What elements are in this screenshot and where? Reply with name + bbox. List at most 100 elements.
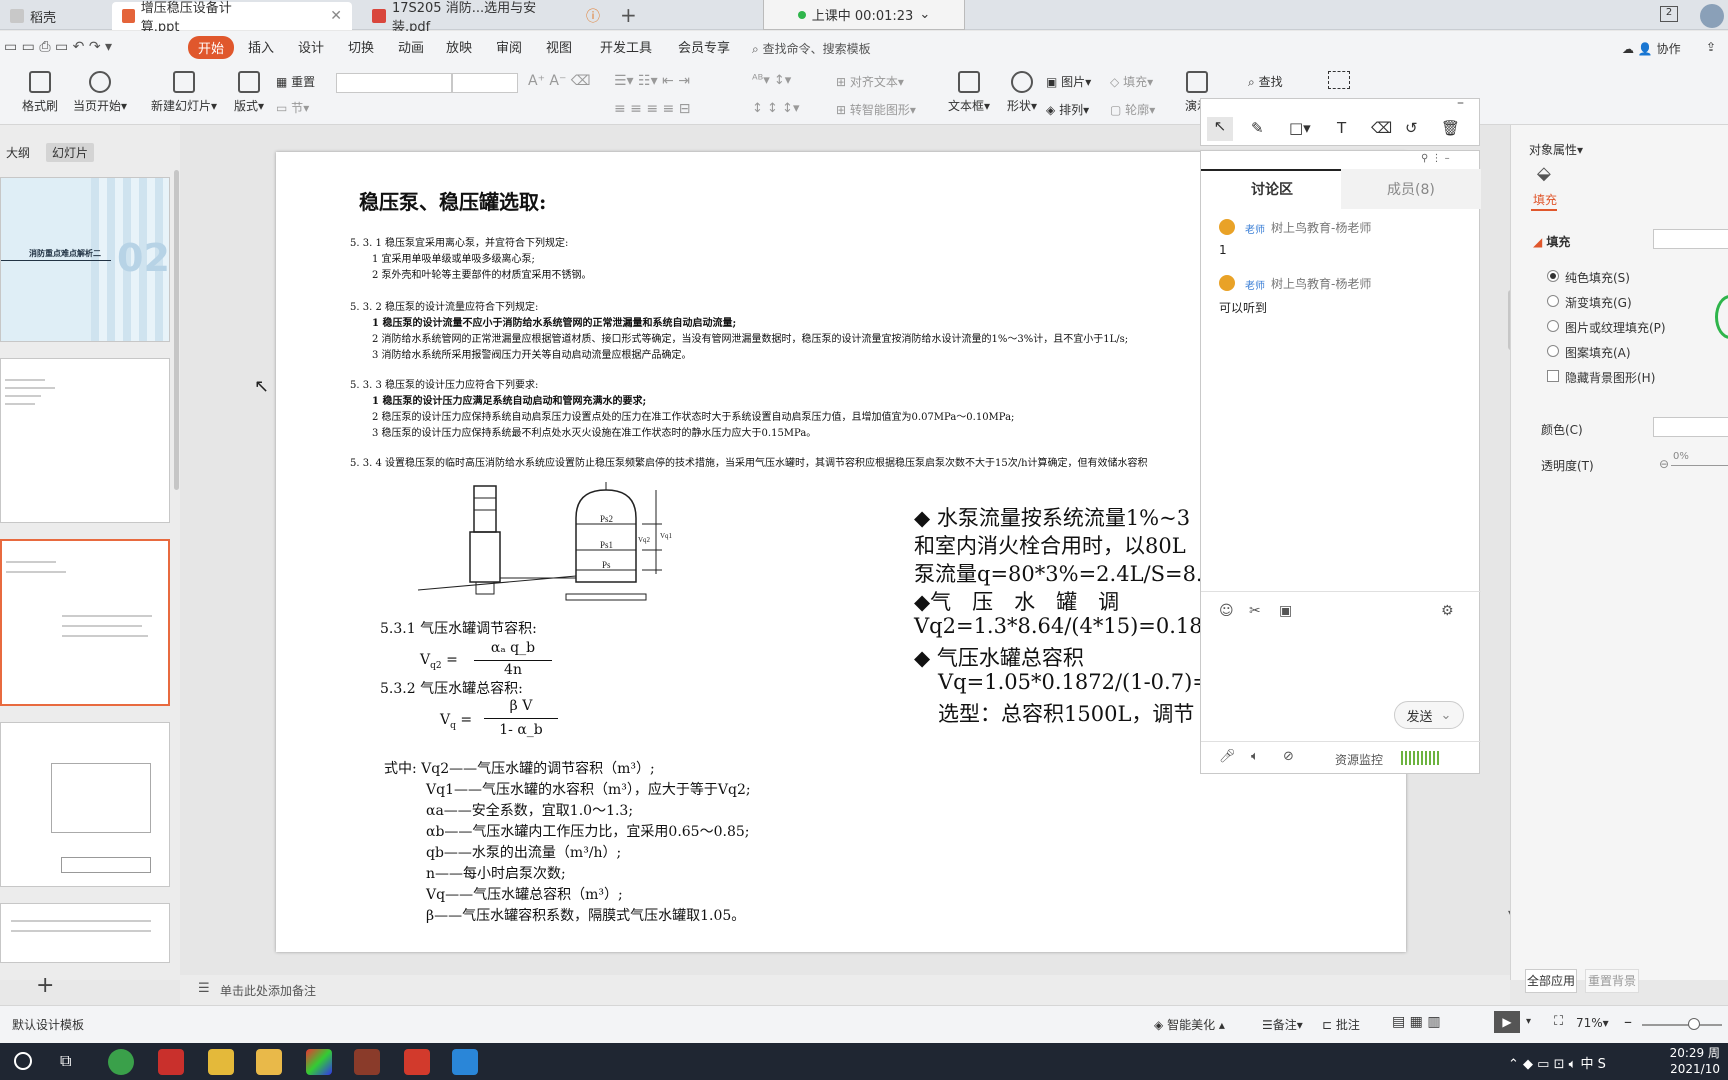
system-clock[interactable]: 20:29 周 2021/10 [1670, 1045, 1720, 1077]
undo-tool-icon[interactable]: ↺ [1405, 119, 1418, 137]
settings-icon[interactable]: ⚙ [1441, 603, 1454, 619]
delete-tool-icon[interactable]: 🗑 [1441, 119, 1460, 137]
outline-button[interactable]: ▢ 轮廓▾ [1110, 101, 1155, 118]
text-direction-icons[interactable]: ᴬᴮ▾ ↕▾ [752, 73, 791, 88]
tab-outline[interactable]: 大纲 [0, 143, 36, 162]
class-timer-bar[interactable]: 上课中 00:01:23 ⌄ [763, 0, 965, 30]
resource-monitor[interactable]: 资源监控 [1335, 751, 1383, 768]
avatar[interactable] [1700, 4, 1724, 28]
template-name[interactable]: 默认设计模板 [12, 1016, 84, 1033]
comments-button[interactable]: ⊏ 批注 [1322, 1016, 1360, 1033]
rectangle-tool-icon[interactable]: □▾ [1289, 119, 1311, 137]
fill-button[interactable]: ◇ 填充▾ [1110, 73, 1153, 90]
media-app-icon[interactable] [354, 1049, 380, 1075]
transparency-slider[interactable] [1671, 465, 1728, 466]
zoom-out-icon[interactable]: – [1624, 1012, 1632, 1031]
panel-title[interactable]: 对象属性▾ [1529, 141, 1583, 158]
fill-section-header[interactable]: ◢ 填充 [1533, 233, 1570, 250]
notes-button[interactable]: ☰备注▾ [1262, 1016, 1303, 1033]
tab-fill[interactable]: 填充 [1533, 191, 1557, 208]
system-tray-icons[interactable]: ⌃ ◆ ▭ ⊡ 🔈︎ 中 S [1508, 1053, 1606, 1072]
eraser-tool-icon[interactable]: ⌫ [1371, 119, 1392, 137]
reset-background-button[interactable]: 重置背景 [1585, 969, 1639, 993]
browser-icon[interactable] [108, 1049, 134, 1075]
tab-slides[interactable]: 幻灯片 [46, 143, 95, 162]
wps-icon[interactable] [404, 1049, 430, 1075]
menu-review[interactable]: 审阅 [496, 37, 522, 56]
help-icon[interactable] [208, 1049, 234, 1075]
reset-button[interactable]: ▦ 重置 [276, 73, 315, 90]
add-slide-icon[interactable]: + [36, 973, 54, 998]
start-icon[interactable] [14, 1052, 32, 1070]
emoji-icon[interactable]: ☺ [1219, 603, 1234, 619]
mic-icon[interactable]: 🎤︎ [1219, 749, 1236, 764]
fill-type-select[interactable] [1653, 229, 1728, 249]
acrobat-icon[interactable] [158, 1049, 184, 1075]
tab-pdf[interactable]: 17S205 消防...选用与安装.pdf ⓘ [362, 1, 610, 35]
menu-member[interactable]: 会员专享 [678, 37, 730, 56]
chevron-down-icon[interactable]: ▾ [1526, 1016, 1531, 1027]
slide-thumbnail-2[interactable] [0, 358, 170, 523]
hide-background-checkbox[interactable] [1547, 370, 1559, 382]
minimize-icon[interactable]: – [1457, 95, 1464, 111]
zoom-select[interactable]: 71%▾ [1576, 1016, 1609, 1030]
arrange-button[interactable]: ◈ 排列▾ [1046, 101, 1089, 118]
pointer-tool-icon[interactable]: ↖ [1207, 117, 1233, 141]
textbox-button[interactable]: 文本框▾ [946, 71, 992, 114]
view-mode-icons[interactable]: ▤ ▦ ▥ [1392, 1014, 1441, 1030]
speaker-icon[interactable]: 🔈︎ [1251, 749, 1259, 764]
page-badge[interactable]: 2 [1660, 6, 1678, 22]
radio-solid-fill[interactable] [1547, 270, 1559, 282]
image-icon[interactable]: ▣ [1279, 603, 1292, 619]
tab-members[interactable]: 成员(8) [1387, 179, 1435, 199]
panel-controls-icons[interactable]: ⚲ ⋮ – [1421, 153, 1450, 164]
scissors-icon[interactable]: ✂ [1249, 603, 1261, 619]
select-icon[interactable] [1328, 71, 1350, 89]
menu-insert[interactable]: 插入 [248, 37, 274, 56]
smart-shape-button[interactable]: ⊞ 转智能图形▾ [836, 101, 916, 118]
radio-gradient-fill[interactable] [1547, 295, 1559, 307]
color-picker[interactable] [1653, 417, 1728, 437]
tab-home[interactable]: 稻壳 [0, 2, 108, 30]
font-size-select[interactable] [452, 73, 518, 93]
radio-pattern-fill[interactable] [1547, 345, 1559, 357]
align-icons[interactable]: ≡ ≡ ≡ ≡ ⊟ [614, 101, 690, 117]
tab-active-document[interactable]: 增压稳压设备计算.ppt ✕ [112, 1, 352, 35]
camera-off-icon[interactable]: ⊘ [1283, 749, 1294, 764]
menu-view[interactable]: 视图 [546, 37, 572, 56]
apply-all-button[interactable]: 全部应用 [1525, 969, 1577, 993]
find-button[interactable]: ⌕ 查找 [1248, 73, 1283, 90]
collab-button[interactable]: ☁ 👤 协作 [1622, 40, 1681, 57]
file-explorer-icon[interactable] [256, 1049, 282, 1075]
app-icon[interactable] [306, 1049, 332, 1075]
format-brush-button[interactable]: 格式刷 [16, 71, 64, 114]
task-view-icon[interactable]: ⧉ [60, 1051, 71, 1071]
thumbnail-scrollbar[interactable] [174, 170, 179, 490]
send-button[interactable]: 发送 ⌄ [1394, 701, 1464, 729]
align-text-button[interactable]: ⊞ 对齐文本▾ [836, 73, 904, 90]
pen-tool-icon[interactable]: ✎ [1251, 119, 1264, 137]
fit-window-icon[interactable]: ⛶ [1554, 1014, 1563, 1029]
zoom-slider-thumb[interactable] [1688, 1018, 1700, 1030]
font-name-select[interactable] [336, 73, 452, 93]
spacing-icons[interactable]: ↕ ↕ ↕▾ [752, 101, 799, 116]
zoom-slider[interactable] [1642, 1024, 1722, 1026]
tab-discussion[interactable]: 讨论区 [1251, 179, 1293, 199]
classroom-app-icon[interactable] [452, 1049, 478, 1075]
list-icons[interactable]: ☰▾ ☷▾ ⇤ ⇥ [614, 73, 690, 89]
font-size-controls[interactable]: A⁺ A⁻ ⌫ [528, 73, 591, 89]
menu-start[interactable]: 开始 [188, 36, 235, 59]
share-button[interactable]: ⇪ [1706, 40, 1728, 54]
assistant-icon[interactable] [1715, 295, 1728, 339]
layout-button[interactable]: 版式▾ [228, 71, 270, 114]
shape-button[interactable]: 形状▾ [1002, 71, 1042, 114]
smart-beautify-button[interactable]: ◈ 智能美化 ▴ [1154, 1016, 1225, 1033]
slide-thumbnail-3-selected[interactable] [0, 539, 170, 706]
menu-transition[interactable]: 切换 [348, 37, 374, 56]
close-icon[interactable]: ✕ [330, 8, 342, 24]
notes-bar[interactable]: ☰ 单击此处添加备注 [180, 975, 1510, 1005]
slide-thumbnail-5[interactable] [0, 903, 170, 963]
minus-icon[interactable]: ⊖ [1659, 457, 1669, 471]
new-tab-icon[interactable]: + [620, 3, 637, 27]
play-from-current-button[interactable]: 当页开始▾ [70, 71, 130, 114]
